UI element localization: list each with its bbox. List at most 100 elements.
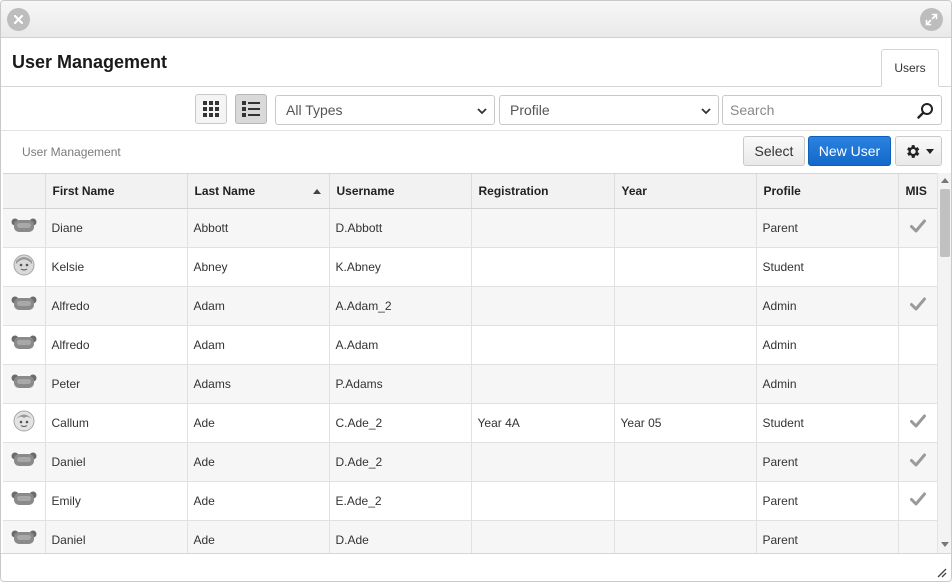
first-name-cell: Emily bbox=[45, 481, 188, 521]
column-header-registration[interactable]: Registration bbox=[471, 174, 615, 209]
avatar bbox=[3, 442, 46, 482]
profile-cell: Parent bbox=[756, 208, 899, 248]
avatar bbox=[3, 481, 46, 521]
profile-cell: Admin bbox=[756, 325, 899, 365]
mis-cell bbox=[898, 481, 937, 521]
first-name-cell: Peter bbox=[45, 364, 188, 404]
avatar bbox=[3, 247, 46, 287]
grid-view-icon bbox=[203, 101, 219, 117]
table-row[interactable]: Alfredo Adam A.Adam_2 Admin bbox=[3, 286, 937, 326]
table-row[interactable]: Emily Ade E.Ade_2 Parent bbox=[3, 481, 937, 521]
column-header-profile[interactable]: Profile bbox=[756, 174, 899, 209]
last-name-cell: Adams bbox=[187, 364, 330, 404]
last-name-cell: Abbott bbox=[187, 208, 330, 248]
users-table-container: First Name Last Name Username Registrati… bbox=[3, 173, 937, 553]
username-cell: D.Abbott bbox=[329, 208, 472, 248]
registration-cell bbox=[471, 208, 615, 248]
table-body: Diane Abbott D.Abbott Parent Kelsie Abney K.Ab… bbox=[3, 208, 937, 553]
mis-cell bbox=[898, 403, 937, 443]
list-view-button[interactable] bbox=[235, 94, 267, 124]
registration-cell bbox=[471, 481, 615, 521]
username-cell: E.Ade_2 bbox=[329, 481, 472, 521]
table-row[interactable]: Daniel Ade D.Ade Parent bbox=[3, 520, 937, 553]
last-name-cell: Ade bbox=[187, 442, 330, 482]
grid-view-button[interactable] bbox=[195, 94, 227, 124]
scrollbar-thumb[interactable] bbox=[940, 189, 950, 257]
profile-cell: Parent bbox=[756, 481, 899, 521]
profile-cell: Admin bbox=[756, 286, 899, 326]
mis-cell bbox=[898, 208, 937, 248]
first-name-cell: Diane bbox=[45, 208, 188, 248]
resize-handle-icon[interactable] bbox=[935, 566, 947, 578]
column-header-year[interactable]: Year bbox=[614, 174, 757, 209]
registration-cell bbox=[471, 325, 615, 365]
search-placeholder: Search bbox=[730, 102, 775, 118]
last-name-cell: Ade bbox=[187, 403, 330, 443]
close-icon[interactable] bbox=[7, 8, 30, 31]
column-header-last-name-label: Last Name bbox=[194, 183, 256, 198]
first-name-cell: Daniel bbox=[45, 520, 188, 553]
table-scrollbar[interactable] bbox=[937, 173, 951, 553]
adult-avatar-icon bbox=[11, 218, 37, 238]
profile-filter-select[interactable]: Profile bbox=[499, 95, 719, 125]
year-cell bbox=[614, 364, 757, 404]
avatar bbox=[3, 364, 46, 404]
last-name-cell: Abney bbox=[187, 247, 330, 287]
column-header-last-name[interactable]: Last Name bbox=[187, 174, 330, 209]
username-cell: D.Ade bbox=[329, 520, 472, 553]
table-header-row: First Name Last Name Username Registrati… bbox=[3, 174, 937, 209]
year-cell bbox=[614, 286, 757, 326]
table-row[interactable]: Callum Ade C.Ade_2 Year 4A Year 05 Student bbox=[3, 403, 937, 443]
chevron-down-icon bbox=[477, 108, 487, 115]
table-row[interactable]: Daniel Ade D.Ade_2 Parent bbox=[3, 442, 937, 482]
select-button[interactable]: Select bbox=[743, 136, 805, 166]
profile-cell: Student bbox=[756, 247, 899, 287]
username-cell: D.Ade_2 bbox=[329, 442, 472, 482]
first-name-cell: Callum bbox=[45, 403, 188, 443]
breadcrumb[interactable]: User Management bbox=[22, 145, 121, 159]
table-row[interactable]: Diane Abbott D.Abbott Parent bbox=[3, 208, 937, 248]
table-row[interactable]: Peter Adams P.Adams Admin bbox=[3, 364, 937, 404]
adult-avatar-icon bbox=[11, 530, 37, 550]
search-icon[interactable] bbox=[917, 102, 934, 119]
username-cell: A.Adam bbox=[329, 325, 472, 365]
users-table: First Name Last Name Username Registrati… bbox=[3, 174, 937, 553]
settings-menu-button[interactable] bbox=[895, 136, 942, 166]
profile-cell: Parent bbox=[756, 520, 899, 553]
type-filter-select[interactable]: All Types bbox=[275, 95, 495, 125]
first-name-cell: Daniel bbox=[45, 442, 188, 482]
first-name-cell: Alfredo bbox=[45, 286, 188, 326]
last-name-cell: Ade bbox=[187, 520, 330, 553]
adult-avatar-icon bbox=[11, 491, 37, 511]
search-input[interactable]: Search bbox=[722, 95, 942, 125]
title-bar bbox=[1, 1, 951, 38]
column-header-first-name[interactable]: First Name bbox=[45, 174, 188, 209]
profile-cell: Admin bbox=[756, 364, 899, 404]
column-header-mis[interactable]: MIS bbox=[898, 174, 937, 209]
type-filter-value: All Types bbox=[286, 102, 343, 118]
first-name-cell: Kelsie bbox=[45, 247, 188, 287]
registration-cell bbox=[471, 520, 615, 553]
registration-cell bbox=[471, 286, 615, 326]
tab-users[interactable]: Users bbox=[881, 49, 939, 87]
last-name-cell: Adam bbox=[187, 325, 330, 365]
page-title: User Management bbox=[12, 52, 168, 72]
last-name-cell: Ade bbox=[187, 481, 330, 521]
column-header-username[interactable]: Username bbox=[329, 174, 472, 209]
mis-check-icon bbox=[909, 453, 926, 470]
action-bar: User Management Select New User bbox=[1, 131, 951, 173]
registration-cell bbox=[471, 442, 615, 482]
table-row[interactable]: Kelsie Abney K.Abney Student bbox=[3, 247, 937, 287]
year-cell bbox=[614, 481, 757, 521]
scroll-up-arrow-icon[interactable] bbox=[941, 178, 949, 183]
registration-cell: Year 4A bbox=[471, 403, 615, 443]
new-user-button[interactable]: New User bbox=[808, 136, 891, 166]
scroll-down-arrow-icon[interactable] bbox=[941, 542, 949, 547]
table-row[interactable]: Alfredo Adam A.Adam Admin bbox=[3, 325, 937, 365]
expand-icon[interactable] bbox=[920, 8, 943, 31]
username-cell: K.Abney bbox=[329, 247, 472, 287]
username-cell: P.Adams bbox=[329, 364, 472, 404]
avatar bbox=[3, 520, 46, 553]
username-cell: A.Adam_2 bbox=[329, 286, 472, 326]
mis-cell bbox=[898, 520, 937, 553]
